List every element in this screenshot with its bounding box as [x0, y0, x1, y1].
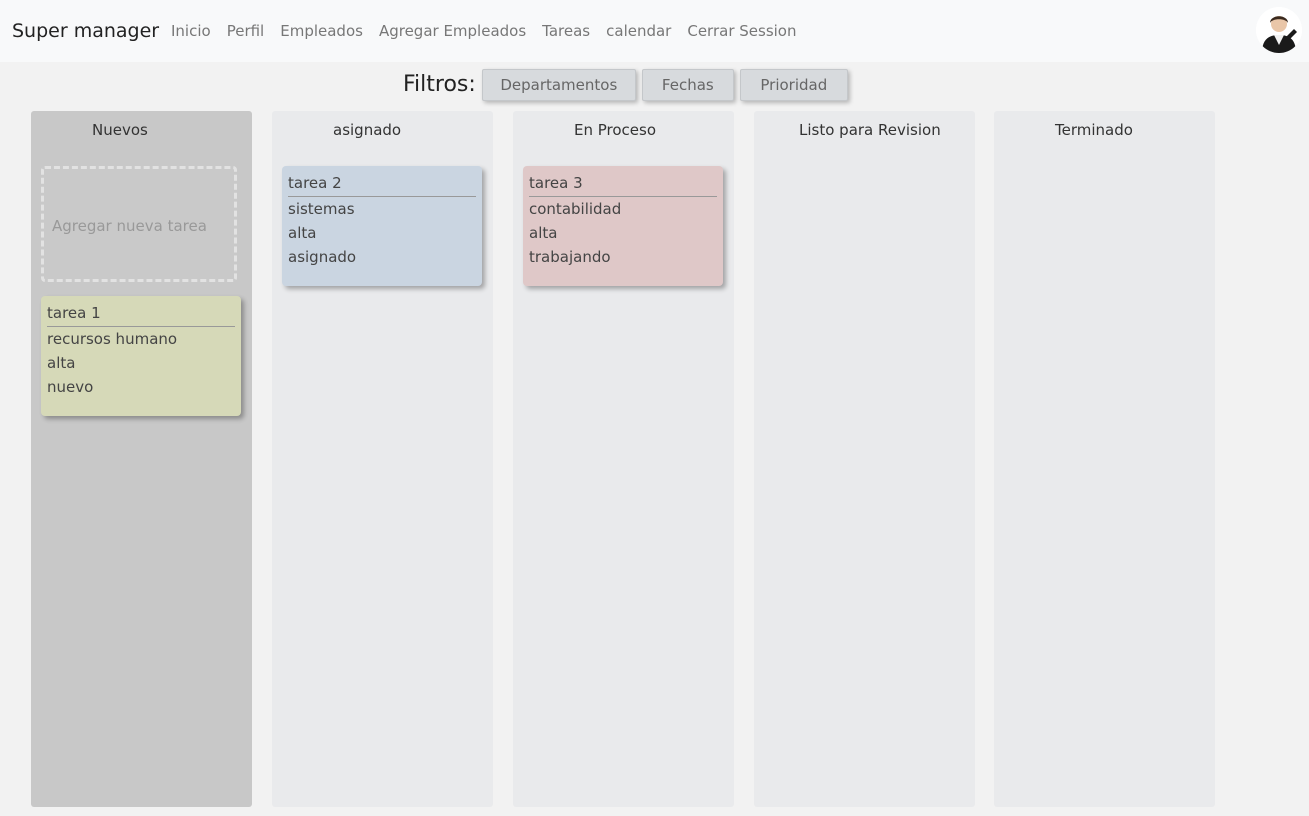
user-avatar-icon — [1256, 7, 1302, 53]
top-navbar: Super manager Inicio Perfil Empleados Ag… — [0, 0, 1309, 62]
nav-link-inicio[interactable]: Inicio — [171, 22, 211, 40]
column-title: Terminado — [1055, 121, 1133, 139]
nav-link-empleados[interactable]: Empleados — [280, 22, 363, 40]
filters-bar: Filtros: Departamentos Fechas Prioridad — [403, 68, 854, 101]
column-en-proceso[interactable]: En Proceso tarea 3 contabilidad alta tra… — [513, 111, 734, 807]
filters-label: Filtros: — [403, 72, 476, 97]
brand-title[interactable]: Super manager — [12, 20, 159, 42]
task-status: trabajando — [529, 248, 611, 266]
task-department: sistemas — [288, 200, 355, 218]
nav-links: Inicio Perfil Empleados Agregar Empleado… — [171, 22, 797, 40]
column-terminado[interactable]: Terminado — [994, 111, 1215, 807]
nav-link-tareas[interactable]: Tareas — [542, 22, 590, 40]
nav-link-agregar-empleados[interactable]: Agregar Empleados — [379, 22, 526, 40]
nav-link-cerrar-session[interactable]: Cerrar Session — [687, 22, 796, 40]
column-title: Listo para Revision — [799, 121, 941, 139]
filter-fechas-button[interactable]: Fechas — [641, 68, 734, 101]
add-task-label: Agregar nueva tarea — [52, 217, 207, 235]
column-title: En Proceso — [574, 121, 657, 139]
task-priority: alta — [47, 354, 76, 372]
nav-link-perfil[interactable]: Perfil — [227, 22, 265, 40]
task-title: tarea 1 — [47, 302, 235, 327]
task-card[interactable]: tarea 3 contabilidad alta trabajando — [523, 166, 723, 286]
task-priority: alta — [529, 224, 558, 242]
task-title: tarea 2 — [288, 172, 476, 197]
column-nuevos[interactable]: Nuevos Agregar nueva tarea tarea 1 recur… — [31, 111, 252, 807]
column-title: Nuevos — [92, 121, 148, 139]
column-listo-para-revision[interactable]: Listo para Revision — [754, 111, 975, 807]
task-department: recursos humano — [47, 330, 178, 348]
filter-prioridad-button[interactable]: Prioridad — [739, 68, 848, 101]
column-title: asignado — [333, 121, 402, 139]
avatar[interactable] — [1256, 7, 1302, 53]
task-card[interactable]: tarea 1 recursos humano alta nuevo — [41, 296, 241, 416]
task-priority: alta — [288, 224, 317, 242]
add-task-button[interactable]: Agregar nueva tarea — [41, 166, 237, 282]
task-department: contabilidad — [529, 200, 622, 218]
column-asignado[interactable]: asignado tarea 2 sistemas alta asignado — [272, 111, 493, 807]
filter-departamentos-button[interactable]: Departamentos — [481, 68, 636, 101]
task-status: nuevo — [47, 378, 94, 396]
task-status: asignado — [288, 248, 357, 266]
task-card[interactable]: tarea 2 sistemas alta asignado — [282, 166, 482, 286]
task-title: tarea 3 — [529, 172, 717, 197]
nav-link-calendar[interactable]: calendar — [606, 22, 671, 40]
